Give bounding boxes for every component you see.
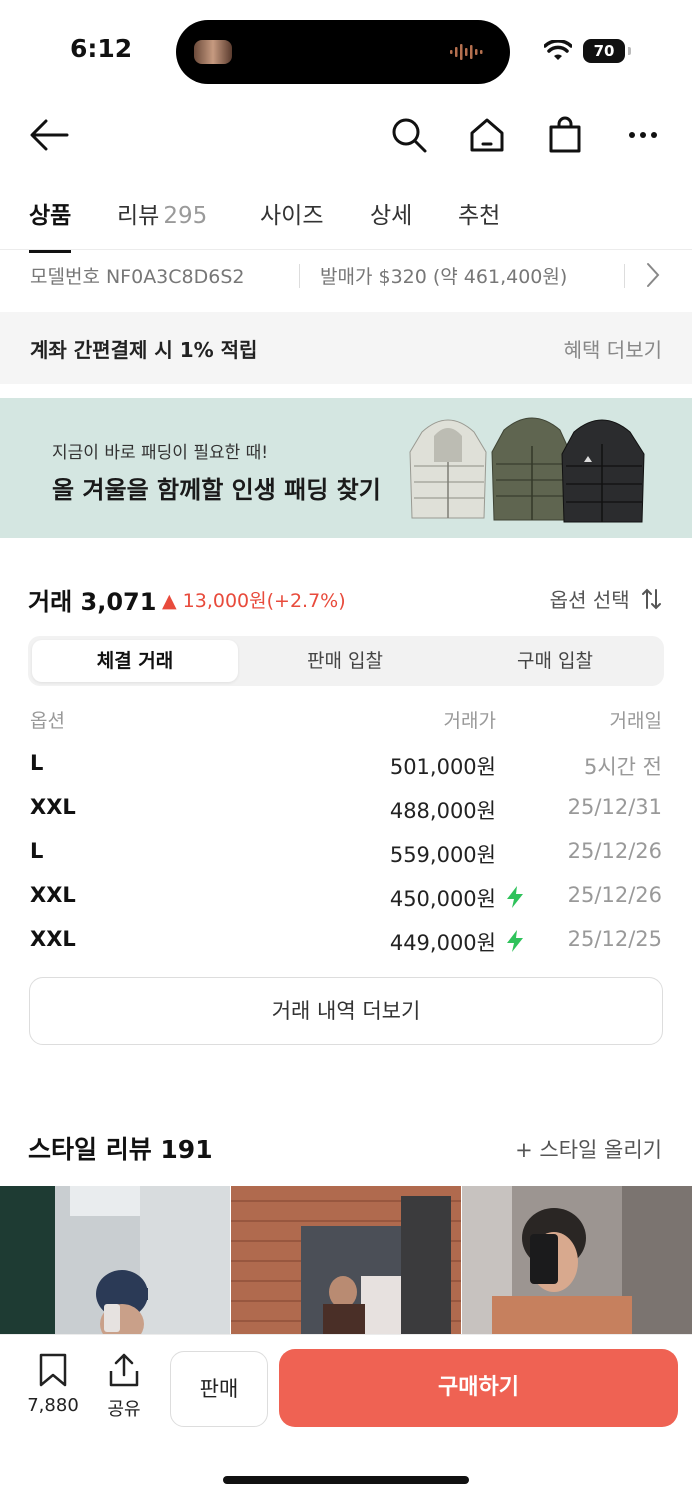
divider — [624, 264, 625, 288]
tab-size-label: 사이즈 — [260, 203, 324, 229]
trade-count-title: 거래 3,071 — [28, 588, 157, 616]
row-price: 559,000원 — [389, 843, 496, 867]
save-button[interactable]: 7,880 — [24, 1353, 82, 1416]
status-time: 6:12 — [70, 34, 133, 63]
battery-level: 70 — [593, 42, 615, 60]
row-price: 449,000원 — [389, 931, 496, 955]
option-select-button[interactable]: 옵션 선택 — [550, 584, 662, 613]
benefit-text: 계좌 간편결제 시 1% 적립 — [30, 338, 258, 362]
row-date: 25/12/31 — [567, 795, 662, 819]
row-price: 488,000원 — [389, 799, 496, 823]
wifi-icon — [544, 40, 572, 60]
tab-detail-label: 상세 — [370, 203, 413, 229]
tab-review[interactable]: 리뷰 295 — [117, 196, 207, 250]
style-photo-image — [231, 1186, 461, 1336]
trade-history-more-button[interactable]: 거래 내역 더보기 — [29, 977, 663, 1045]
style-photo[interactable] — [462, 1186, 692, 1336]
status-bar: 6:12 70 — [0, 0, 692, 100]
upload-style-button[interactable]: + 스타일 올리기 — [515, 1134, 662, 1164]
back-arrow-icon[interactable] — [26, 112, 72, 158]
segment-completed-trades[interactable]: 체결 거래 — [32, 640, 238, 682]
style-photo-image — [0, 1186, 230, 1336]
banner-title: 올 겨울을 함께할 인생 패딩 찾기 — [52, 476, 381, 504]
style-review-header: 스타일 리뷰 191 + 스타일 올리기 — [0, 1130, 692, 1170]
sort-icon — [642, 588, 661, 610]
battery-icon: 70 — [583, 39, 631, 63]
tab-recommend[interactable]: 추천 — [458, 196, 500, 250]
row-option: XXL — [30, 883, 76, 907]
option-select-label: 옵션 선택 — [549, 588, 630, 612]
tab-review-label: 리뷰 — [117, 203, 160, 229]
style-review-title: 스타일 리뷰 191 — [28, 1135, 213, 1164]
tab-product-label: 상품 — [29, 203, 72, 229]
style-photo[interactable] — [231, 1186, 461, 1336]
tab-size[interactable]: 사이즈 — [260, 196, 323, 250]
model-info-row[interactable]: 모델번호 NF0A3C8D6S2 발매가 $320 (약 461,400원) — [0, 252, 692, 300]
style-photo-image — [462, 1186, 692, 1336]
table-row: XXL 488,000원 25/12/31 — [0, 787, 692, 831]
column-date: 거래일 — [609, 710, 662, 732]
row-option: L — [30, 839, 44, 863]
audio-wave-icon — [450, 44, 483, 60]
padding-jackets-image — [409, 417, 645, 523]
tab-product[interactable]: 상품 — [29, 196, 72, 253]
tab-recommend-label: 추천 — [458, 203, 501, 229]
share-button[interactable]: 공유 — [102, 1353, 146, 1421]
sell-button[interactable]: 판매 — [170, 1351, 268, 1427]
release-price: 발매가 $320 (약 461,400원) — [320, 266, 568, 288]
style-photo-strip — [0, 1186, 692, 1336]
tab-detail[interactable]: 상세 — [370, 196, 412, 250]
trade-table-header: 옵션 거래가 거래일 — [0, 706, 692, 736]
table-row: L 559,000원 25/12/26 — [0, 831, 692, 875]
home-indicator[interactable] — [223, 1476, 469, 1484]
row-option: L — [30, 751, 44, 775]
trade-header: 거래 3,071 ▲ 13,000원(+2.7%) 옵션 선택 — [0, 580, 692, 620]
home-icon[interactable] — [464, 112, 510, 158]
divider — [299, 264, 300, 288]
row-option: XXL — [30, 927, 76, 951]
row-date: 25/12/26 — [567, 883, 662, 907]
promo-banner[interactable]: 지금이 바로 패딩이 필요한 때! 올 겨울을 함께할 인생 패딩 찾기 — [0, 398, 692, 538]
row-date: 5시간 전 — [584, 755, 662, 779]
dynamic-island — [176, 20, 510, 84]
now-playing-thumbnail — [194, 40, 232, 64]
price-change: ▲ 13,000원(+2.7%) — [162, 590, 346, 612]
row-option: XXL — [30, 795, 76, 819]
more-options-icon[interactable] — [620, 112, 666, 158]
product-tabs: 상품 리뷰 295 사이즈 상세 추천 — [0, 180, 692, 253]
row-date: 25/12/26 — [567, 839, 662, 863]
top-navigation — [0, 100, 692, 170]
model-number: 모델번호 NF0A3C8D6S2 — [30, 266, 245, 288]
row-price: 501,000원 — [389, 755, 496, 779]
trade-type-segment: 체결 거래 판매 입찰 구매 입찰 — [28, 636, 664, 686]
chevron-right-icon[interactable] — [646, 262, 660, 288]
lightning-bolt-icon — [507, 930, 523, 952]
row-date: 25/12/25 — [567, 927, 662, 951]
share-label: 공유 — [107, 1399, 141, 1420]
segment-sell-bids[interactable]: 판매 입찰 — [242, 640, 448, 682]
buy-button[interactable]: 구매하기 — [279, 1349, 678, 1427]
banner-subtitle: 지금이 바로 패딩이 필요한 때! — [52, 443, 269, 463]
tab-review-count: 295 — [163, 203, 208, 229]
table-row: L 501,000원 5시간 전 — [0, 743, 692, 787]
column-price: 거래가 — [443, 710, 496, 732]
search-icon[interactable] — [386, 112, 432, 158]
row-price: 450,000원 — [389, 887, 496, 911]
column-option: 옵션 — [30, 710, 65, 732]
shopping-bag-icon[interactable] — [542, 112, 588, 158]
save-count: 7,880 — [27, 1395, 79, 1416]
table-row: XXL 450,000원 25/12/26 — [0, 875, 692, 919]
lightning-bolt-icon — [507, 886, 523, 908]
table-row: XXL 449,000원 25/12/25 — [0, 919, 692, 963]
payment-benefit-bar: 계좌 간편결제 시 1% 적립 혜택 더보기 — [0, 312, 692, 384]
bookmark-icon — [39, 1353, 67, 1387]
segment-buy-bids[interactable]: 구매 입찰 — [452, 640, 658, 682]
share-icon — [109, 1353, 139, 1387]
benefit-more-link[interactable]: 혜택 더보기 — [564, 334, 662, 363]
style-photo[interactable] — [0, 1186, 230, 1336]
